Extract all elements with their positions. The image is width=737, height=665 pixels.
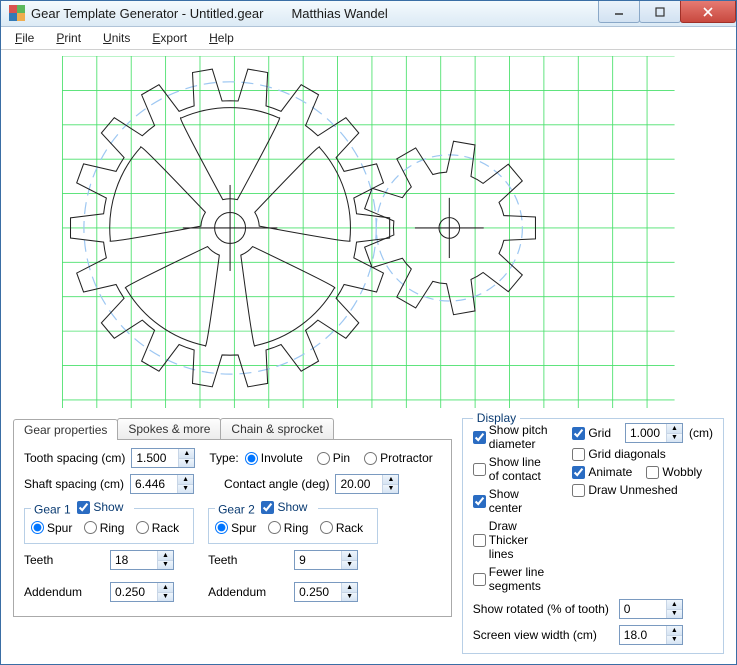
properties-tabs: Gear properties Spokes & more Chain & sp… <box>13 418 452 654</box>
menubar: File Print Units Export Help <box>1 27 736 50</box>
spin-up-icon[interactable]: ▲ <box>179 449 194 459</box>
fewer-segments-check[interactable]: Fewer line segments <box>473 565 549 593</box>
gear2-show-check[interactable]: Show <box>261 500 307 514</box>
window-title: Gear Template Generator - Untitled.gear <box>31 6 263 21</box>
show-center-check[interactable]: Show center <box>473 487 549 515</box>
shaft-spacing-input[interactable]: ▲▼ <box>130 474 194 494</box>
close-button[interactable] <box>680 1 736 23</box>
animate-check[interactable]: Animate <box>572 465 632 479</box>
titlebar: Gear Template Generator - Untitled.gear … <box>1 1 736 27</box>
gear2-rack-radio[interactable]: Rack <box>320 521 363 535</box>
gear1-fieldset: Gear 1 Show Spur Ring Rack <box>24 500 194 544</box>
show-rotated-input[interactable]: ▲▼ <box>619 599 683 619</box>
grid-unit-label: (cm) <box>689 426 713 440</box>
gear2-addendum-input[interactable]: ▲▼ <box>294 582 358 602</box>
minimize-button[interactable] <box>598 1 640 23</box>
show-pitch-diameter-check[interactable]: Show pitch diameter <box>473 423 549 451</box>
display-legend: Display <box>473 411 520 425</box>
show-line-of-contact-check[interactable]: Show line of contact <box>473 455 549 483</box>
tab-gear-properties[interactable]: Gear properties <box>13 419 118 440</box>
tooth-spacing-label: Tooth spacing (cm) <box>24 451 125 465</box>
spin-down-icon[interactable]: ▼ <box>179 459 194 468</box>
menu-print[interactable]: Print <box>56 31 81 45</box>
wobbly-check[interactable]: Wobbly <box>646 465 702 479</box>
menu-units[interactable]: Units <box>103 31 130 45</box>
display-panel: Display Show pitch diameter Show line of… <box>462 418 724 654</box>
type-involute-radio[interactable]: Involute <box>245 451 303 465</box>
design-canvas[interactable] <box>13 56 724 409</box>
gear1-addendum-input[interactable]: ▲▼ <box>110 582 174 602</box>
grid-size-input[interactable]: ▲▼ <box>625 423 683 443</box>
grid-diagonals-check[interactable]: Grid diagonals <box>572 447 705 461</box>
menu-export[interactable]: Export <box>152 31 187 45</box>
screen-width-input[interactable]: ▲▼ <box>619 625 683 645</box>
draw-thicker-check[interactable]: Draw Thicker lines <box>473 519 549 561</box>
gear1-show-check[interactable]: Show <box>77 500 123 514</box>
gear2-spur-radio[interactable]: Spur <box>215 521 256 535</box>
gear-canvas-svg <box>13 56 724 409</box>
menu-help[interactable]: Help <box>209 31 234 45</box>
gear1-rack-radio[interactable]: Rack <box>136 521 179 535</box>
tab-chain-sprocket[interactable]: Chain & sprocket <box>220 418 333 439</box>
draw-unmeshed-check[interactable]: Draw Unmeshed <box>572 483 705 497</box>
shaft-spacing-label: Shaft spacing (cm) <box>24 477 124 491</box>
gear1-teeth-label: Teeth <box>24 553 104 567</box>
screen-width-label: Screen view width (cm) <box>473 628 613 642</box>
gear2-teeth-input[interactable]: ▲▼ <box>294 550 358 570</box>
gear1-teeth-input[interactable]: ▲▼ <box>110 550 174 570</box>
gear1-ring-radio[interactable]: Ring <box>84 521 125 535</box>
gear1-spur-radio[interactable]: Spur <box>31 521 72 535</box>
contact-angle-label: Contact angle (deg) <box>224 477 329 491</box>
type-label: Type: <box>209 451 238 465</box>
window-author: Matthias Wandel <box>291 6 387 21</box>
gear2-fieldset: Gear 2 Show Spur Ring Rack <box>208 500 378 544</box>
show-rotated-label: Show rotated (% of tooth) <box>473 602 613 616</box>
app-icon <box>9 5 25 21</box>
gear1-addendum-label: Addendum <box>24 585 104 599</box>
grid-check[interactable]: Grid <box>572 426 611 440</box>
tab-body-gear-properties: Tooth spacing (cm) ▲▼ Type: Involute Pin… <box>13 439 452 617</box>
tab-spokes-more[interactable]: Spokes & more <box>117 418 221 439</box>
type-pin-radio[interactable]: Pin <box>317 451 350 465</box>
maximize-button[interactable] <box>639 1 681 23</box>
type-protractor-radio[interactable]: Protractor <box>364 451 433 465</box>
gear2-ring-radio[interactable]: Ring <box>268 521 309 535</box>
contact-angle-input[interactable]: ▲▼ <box>335 474 399 494</box>
gear2-addendum-label: Addendum <box>208 585 288 599</box>
menu-file[interactable]: File <box>15 31 34 45</box>
tooth-spacing-input[interactable]: ▲▼ <box>131 448 195 468</box>
gear2-teeth-label: Teeth <box>208 553 288 567</box>
